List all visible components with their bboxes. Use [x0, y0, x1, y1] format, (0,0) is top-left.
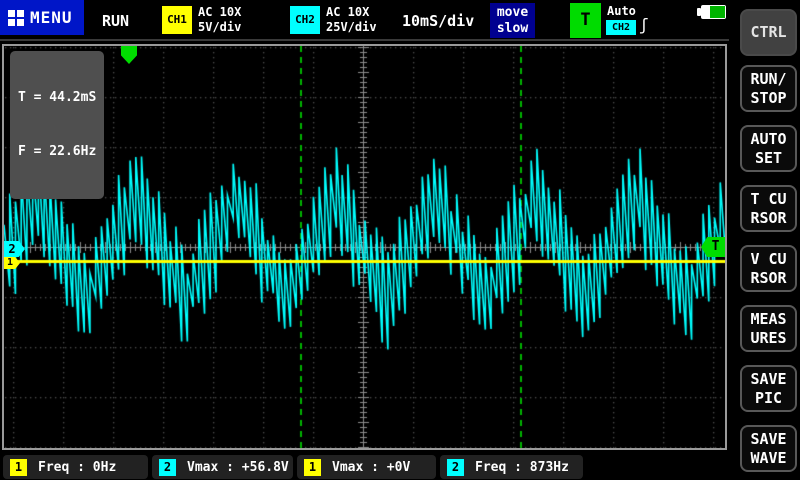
acquisition-status: RUN: [102, 12, 129, 30]
ch2-vmax-readout: 2 Vmax : +56.8V: [152, 455, 293, 479]
ch2-badge[interactable]: CH2: [290, 6, 320, 34]
waveform-canvas[interactable]: [4, 46, 725, 448]
trigger-badge[interactable]: T: [570, 3, 601, 38]
ch2-settings: AC 10X 25V/div: [326, 5, 377, 35]
ch1-coupling: AC 10X: [198, 5, 241, 20]
trigger-mode: Auto: [607, 4, 636, 18]
ch2-freq-readout: 2 Freq : 873Hz: [440, 455, 583, 479]
oscilloscope-ui: MENU RUN CH1 AC 10X 5V/div CH2 AC 10X 25…: [0, 0, 800, 480]
trigger-source-badge: CH2: [606, 20, 636, 35]
auto-set-button[interactable]: AUTOSET: [740, 125, 797, 172]
timebase-label: 10mS/div: [402, 12, 474, 30]
ctrl-button[interactable]: CTRL: [740, 9, 797, 56]
ch1-freq-readout: 1 Freq : 0Hz: [3, 455, 148, 479]
run-stop-button[interactable]: RUN/STOP: [740, 65, 797, 112]
ch2-volts-per-div: 25V/div: [326, 20, 377, 35]
ch1-volts-per-div: 5V/div: [198, 20, 241, 35]
waveform-display-area[interactable]: T = 44.2mS F = 22.6Hz 2 1 T: [2, 44, 727, 450]
move-slow-button[interactable]: move slow: [490, 3, 535, 38]
frequency-readout: F = 22.6Hz: [18, 143, 96, 161]
battery-fill: [710, 6, 726, 18]
rising-edge-icon: ʃ: [639, 15, 649, 34]
menu-grid-icon: [8, 10, 24, 26]
v-cursor-button[interactable]: V CURSOR: [740, 245, 797, 292]
ch2-number-badge: 2: [159, 459, 176, 476]
ch1-vmax-readout: 1 Vmax : +0V: [297, 455, 436, 479]
menu-button[interactable]: MENU: [0, 0, 84, 35]
ch1-number-badge: 1: [10, 459, 27, 476]
ch2-coupling: AC 10X: [326, 5, 377, 20]
ch2-number-badge: 2: [447, 459, 464, 476]
topbar-separator: [0, 39, 729, 41]
menu-label: MENU: [30, 8, 73, 27]
ch1-number-badge: 1: [304, 459, 321, 476]
battery-icon: [697, 5, 726, 19]
save-wave-button[interactable]: SAVEWAVE: [740, 425, 797, 472]
ch1-settings: AC 10X 5V/div: [198, 5, 241, 35]
ch1-badge[interactable]: CH1: [162, 6, 192, 34]
cursor-measurement-overlay: T = 44.2mS F = 22.6Hz: [10, 51, 104, 199]
period-readout: T = 44.2mS: [18, 89, 96, 107]
save-pic-button[interactable]: SAVEPIC: [740, 365, 797, 412]
t-cursor-button[interactable]: T CURSOR: [740, 185, 797, 232]
measures-button[interactable]: MEASURES: [740, 305, 797, 352]
